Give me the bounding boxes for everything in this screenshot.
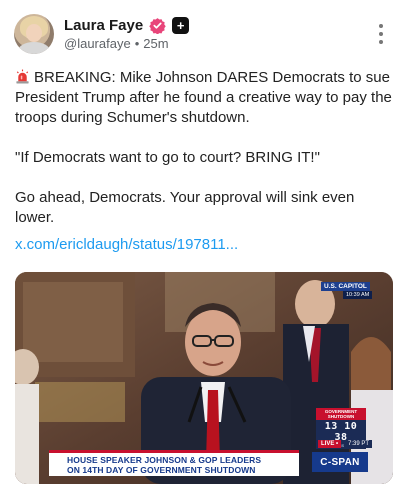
verified-badge-icon — [149, 17, 166, 34]
more-vertical-icon[interactable] — [376, 24, 386, 44]
post-timestamp[interactable]: 25m — [143, 36, 168, 51]
author-display-name[interactable]: Laura Faye — [64, 17, 143, 34]
chyron-line-1: HOUSE SPEAKER JOHNSON & GOP LEADERS — [67, 454, 262, 465]
post-body: BREAKING: Mike Johnson DARES Democrats t… — [15, 68, 395, 248]
plus-badge-icon: + — [172, 16, 190, 34]
status-link[interactable]: x.com/ericldaugh/status/197811... — [15, 236, 238, 253]
breaking-paragraph: BREAKING: Mike Johnson DARES Democrats t… — [15, 68, 395, 128]
location-tag: U.S. CAPITOL — [321, 282, 370, 291]
author-name-row: Laura Faye + — [64, 15, 190, 35]
live-time: 7:39 PT — [345, 440, 373, 448]
live-tag: LIVE • — [318, 440, 342, 448]
video-thumbnail[interactable]: U.S. CAPITOL 10:39 AM GOVERNMENT SHUTDOW… — [15, 272, 393, 484]
breaking-text: BREAKING: Mike Johnson DARES Democrats t… — [15, 69, 392, 126]
chyron-line-2: ON 14TH DAY OF GOVERNMENT SHUTDOWN — [67, 464, 256, 475]
author-meta: @laurafaye • 25m — [64, 36, 169, 51]
post-card: Laura Faye + @laurafaye • 25m BREAKING: … — [0, 0, 409, 500]
siren-icon — [16, 69, 29, 84]
quote-paragraph: "If Democrats want to go to court? BRING… — [15, 149, 320, 166]
location-time: 10:39 AM — [343, 291, 373, 299]
avatar[interactable] — [14, 14, 54, 54]
meta-separator: • — [134, 36, 140, 51]
author-handle[interactable]: @laurafaye — [64, 36, 131, 51]
closing-paragraph: Go ahead, Democrats. Your approval will … — [15, 189, 355, 226]
network-logo: C-SPAN — [312, 452, 368, 472]
shutdown-label: GOVERNMENT SHUTDOWN — [316, 408, 366, 420]
news-chyron: HOUSE SPEAKER JOHNSON & GOP LEADERS ON 1… — [49, 450, 299, 476]
